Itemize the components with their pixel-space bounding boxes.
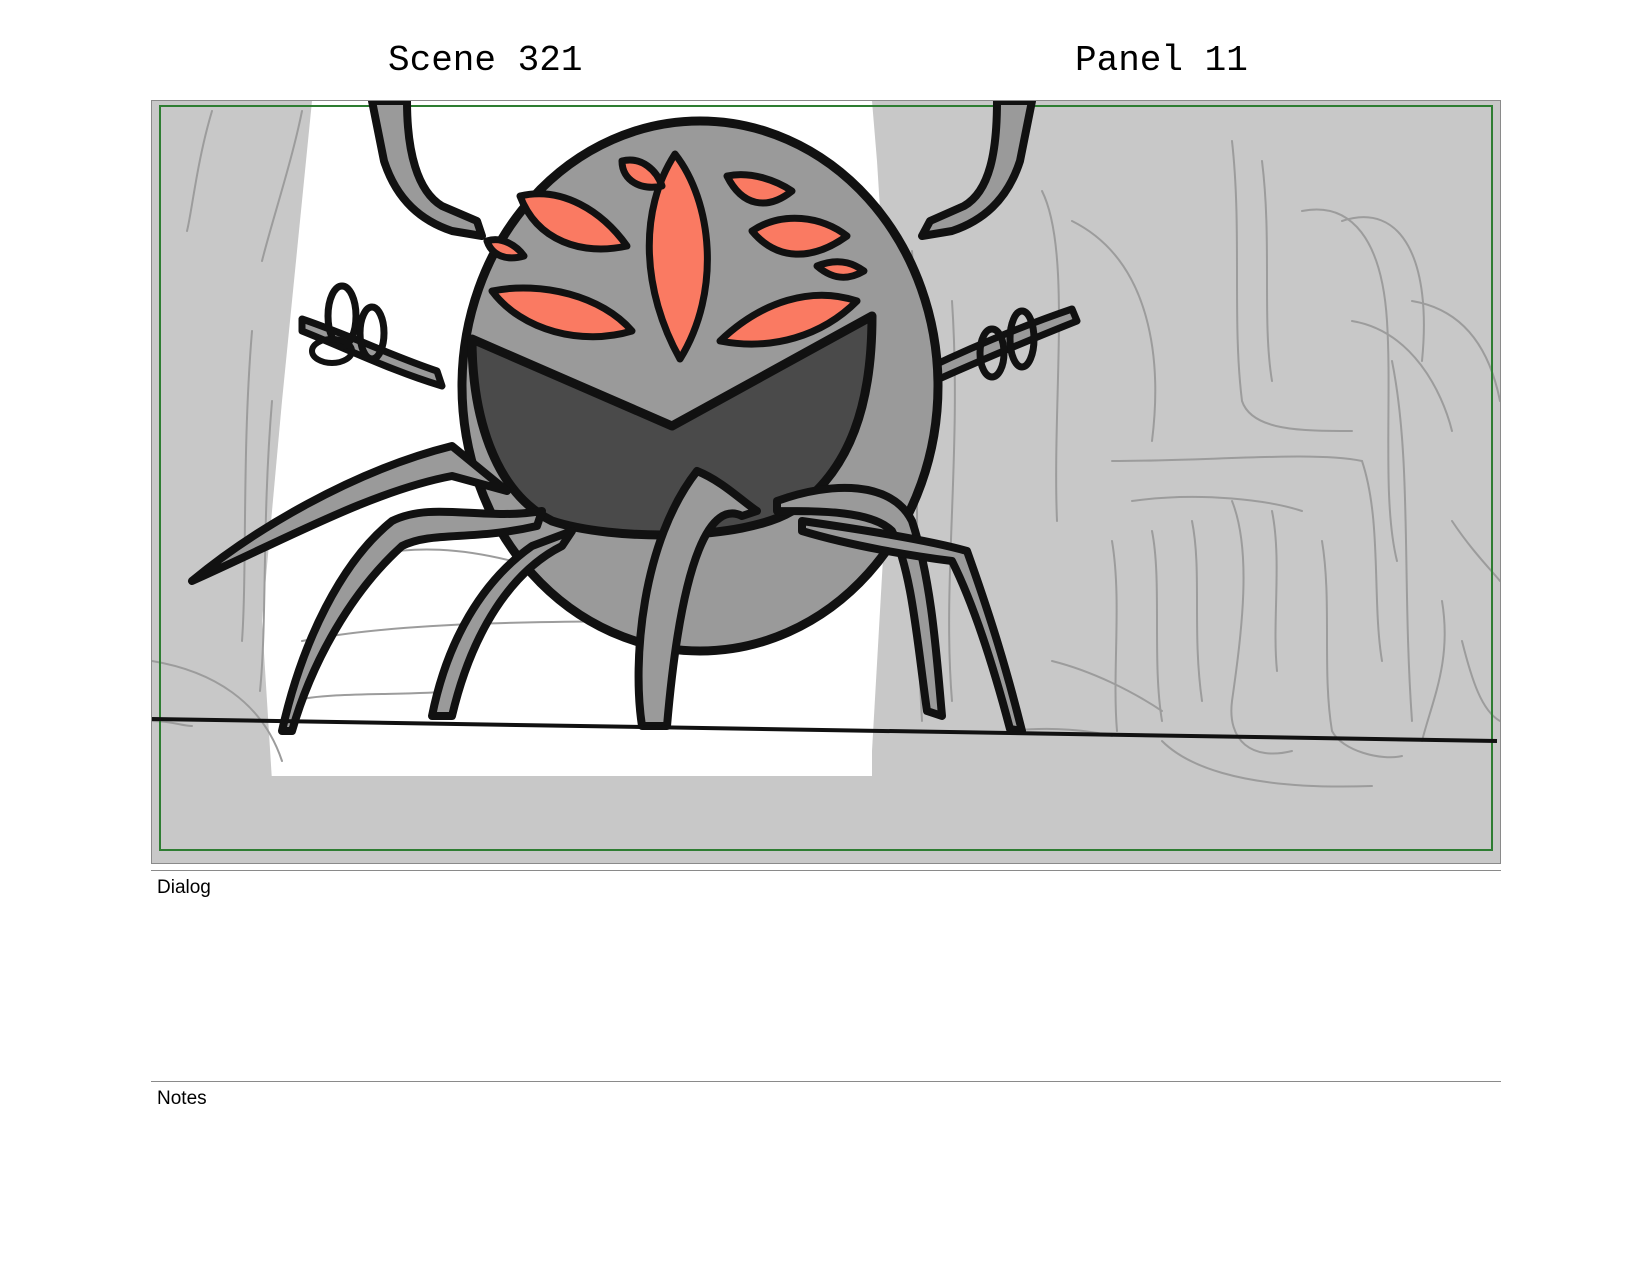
notes-label: Notes bbox=[157, 1088, 207, 1109]
panel-number: Panel 11 bbox=[1075, 40, 1248, 81]
scene-number: Scene 321 bbox=[388, 40, 583, 81]
spider-sketch-illustration bbox=[152, 101, 1500, 863]
dialog-label: Dialog bbox=[157, 877, 211, 898]
notes-divider bbox=[151, 1081, 1501, 1082]
storyboard-panel bbox=[151, 100, 1501, 864]
dialog-divider bbox=[151, 870, 1501, 871]
